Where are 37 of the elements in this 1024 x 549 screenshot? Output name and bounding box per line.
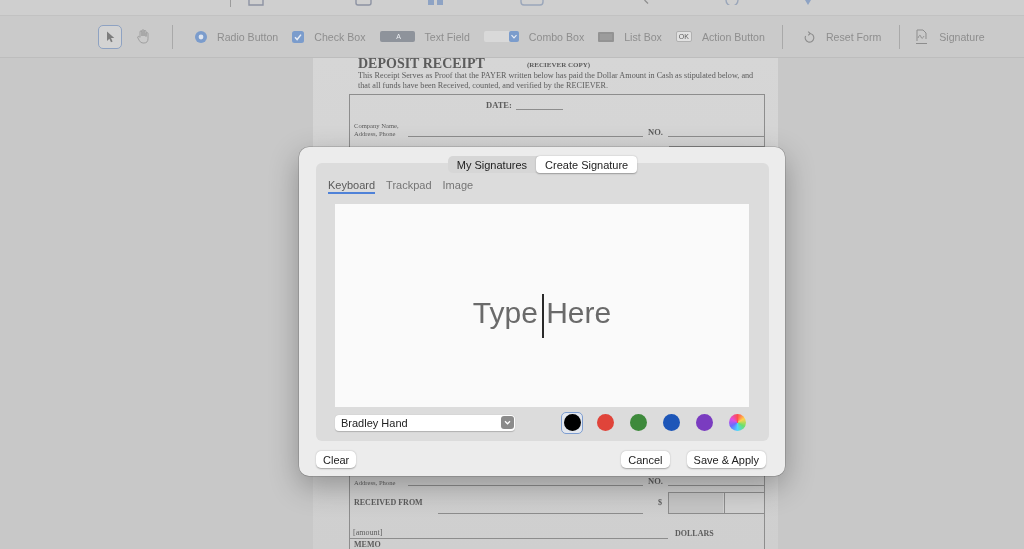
dialog-button[interactable]: Save & Apply [686, 451, 766, 468]
input-mode-tab[interactable]: Keyboard [328, 179, 376, 194]
signature-icon [915, 28, 929, 45]
memo-label: MEMO [354, 540, 381, 549]
pointer-icon [105, 30, 115, 43]
amount-words-line: [amount] [350, 528, 668, 539]
drop-icon[interactable] [805, 0, 811, 5]
radio-button-icon [195, 30, 207, 43]
color-wheel-icon [728, 414, 746, 431]
placeholder-text: Type Here [472, 296, 612, 330]
pointer-tool-button[interactable] [98, 24, 122, 49]
intro-paragraph: This Receipt Serves as Proof that the PAYER written below has paid the Dollar Amount in Cash as stipulated below, and that all funds have been Received, counted, and verified by the RECIEVER. [358, 71, 755, 90]
font-dropdown[interactable]: Bradley Hand [335, 414, 515, 431]
tray-icon[interactable] [248, 0, 264, 6]
document-title: DEPOSIT RECEIPT [358, 58, 485, 70]
number-label: NO. [648, 127, 663, 137]
received-from-label: RECEIVED FROM [354, 498, 424, 508]
dollars-label: DOLLARS [675, 529, 714, 539]
tray-icon[interactable] [355, 0, 372, 6]
reset-arrow-icon [803, 30, 815, 43]
date-label: DATE: [486, 100, 512, 110]
input-mode-tab[interactable]: Image [442, 179, 474, 194]
combo-box-icon [483, 31, 519, 42]
signature-input-field[interactable]: Type Here [335, 204, 749, 407]
segment-tab[interactable]: My Signatures [447, 156, 537, 173]
dialog-button[interactable]: Cancel [621, 451, 670, 468]
list-box-icon [598, 31, 615, 42]
currency-sign: $ [658, 498, 662, 508]
input-mode-tab[interactable]: Trackpad [386, 179, 432, 194]
hand-icon [137, 29, 149, 44]
number-label: NO. [648, 476, 663, 486]
checkbox-icon [292, 30, 305, 43]
dialog-button[interactable]: Clear [316, 451, 357, 468]
grid-icon[interactable] [428, 0, 443, 6]
tick-mark-icon[interactable] [644, 0, 649, 4]
chevron-icon [501, 416, 514, 429]
segment-tab[interactable]: Create Signature [536, 156, 638, 173]
